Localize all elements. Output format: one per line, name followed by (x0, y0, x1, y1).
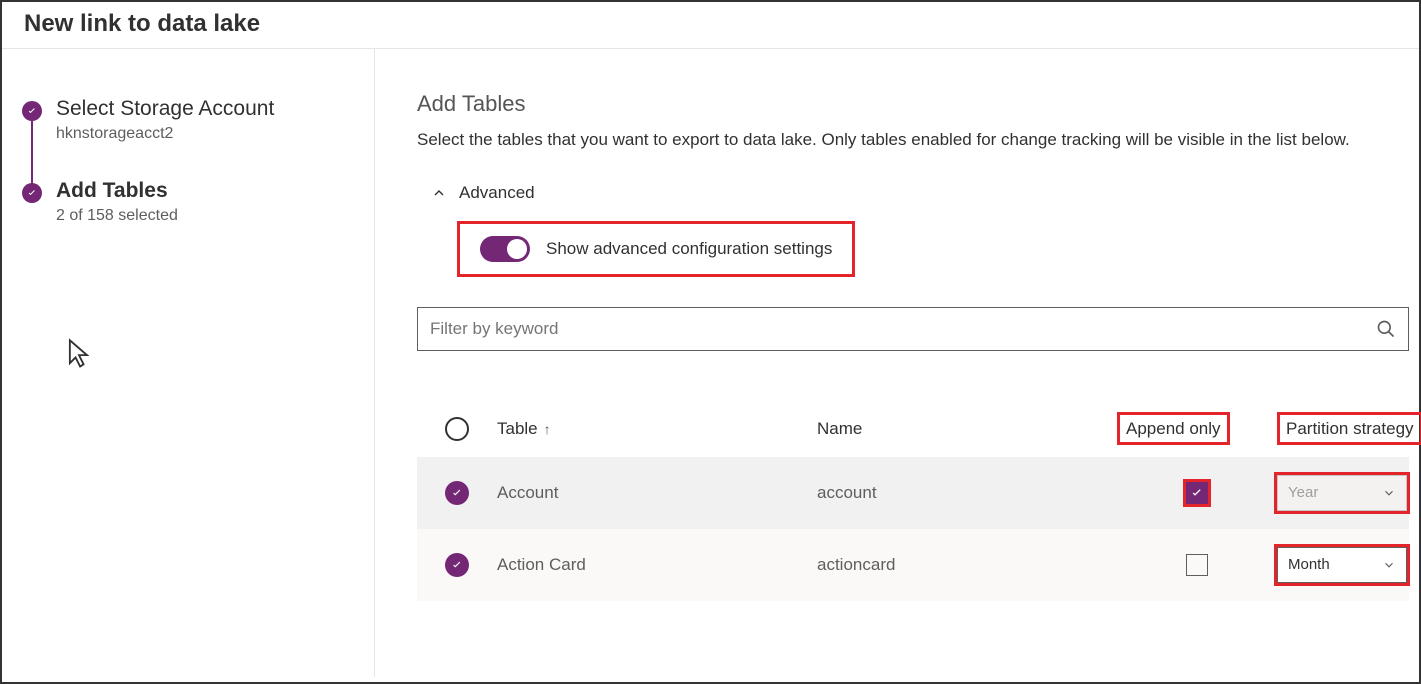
step-title: Add Tables (56, 179, 178, 203)
wizard-steps-sidebar: Select Storage Account hknstorageacct2 A… (2, 49, 375, 677)
main-panel: Add Tables Select the tables that you wa… (375, 49, 1419, 677)
cell-table: Action Card (497, 555, 817, 575)
step-subtitle: hknstorageacct2 (56, 125, 274, 143)
advanced-label: Advanced (459, 183, 535, 203)
step-subtitle: 2 of 158 selected (56, 207, 178, 225)
tables-grid: Table ↑ Name Append only Partition strat… (417, 401, 1409, 601)
filter-field[interactable] (417, 307, 1409, 351)
check-circle-icon (22, 101, 42, 121)
show-advanced-toggle[interactable] (480, 236, 530, 262)
cell-table: Account (497, 483, 817, 503)
cell-name: account (817, 483, 1117, 503)
select-all-checkbox[interactable] (445, 417, 469, 441)
filter-input[interactable] (430, 319, 1376, 339)
append-only-checkbox[interactable] (1186, 554, 1208, 576)
partition-strategy-dropdown[interactable]: Year (1277, 475, 1407, 511)
search-icon (1376, 319, 1396, 339)
advanced-section-toggle[interactable]: Advanced (431, 183, 1409, 203)
dropdown-value: Month (1288, 556, 1330, 573)
column-header-partition-strategy[interactable]: Partition strategy (1277, 412, 1421, 445)
column-header-append-only[interactable]: Append only (1117, 412, 1230, 445)
row-select-checkbox[interactable] (445, 481, 469, 505)
show-advanced-toggle-label: Show advanced configuration settings (546, 239, 832, 259)
wizard-step-storage[interactable]: Select Storage Account hknstorageacct2 (22, 97, 354, 143)
main-heading: Add Tables (417, 91, 1409, 117)
row-select-checkbox[interactable] (445, 553, 469, 577)
main-description: Select the tables that you want to expor… (417, 127, 1397, 153)
toggle-knob (507, 239, 527, 259)
table-header-row: Table ↑ Name Append only Partition strat… (417, 401, 1409, 457)
cell-name: actioncard (817, 555, 1117, 575)
page-title: New link to data lake (2, 2, 1419, 49)
mouse-cursor-icon (66, 338, 92, 370)
column-header-name[interactable]: Name (817, 419, 1117, 439)
step-title: Select Storage Account (56, 97, 274, 121)
append-only-checkbox[interactable] (1186, 482, 1208, 504)
wizard-step-add-tables[interactable]: Add Tables 2 of 158 selected (22, 179, 354, 225)
table-row: Account account Year (417, 457, 1409, 529)
show-advanced-config-row: Show advanced configuration settings (457, 221, 855, 277)
column-label: Table (497, 419, 538, 439)
dropdown-value: Year (1288, 484, 1318, 501)
sort-ascending-icon: ↑ (544, 421, 551, 437)
chevron-up-icon (431, 185, 447, 201)
column-header-table[interactable]: Table ↑ (497, 419, 817, 439)
chevron-down-icon (1382, 486, 1396, 500)
check-circle-icon (22, 183, 42, 203)
partition-strategy-dropdown[interactable]: Month (1277, 547, 1407, 583)
table-row: Action Card actioncard Month (417, 529, 1409, 601)
chevron-down-icon (1382, 558, 1396, 572)
